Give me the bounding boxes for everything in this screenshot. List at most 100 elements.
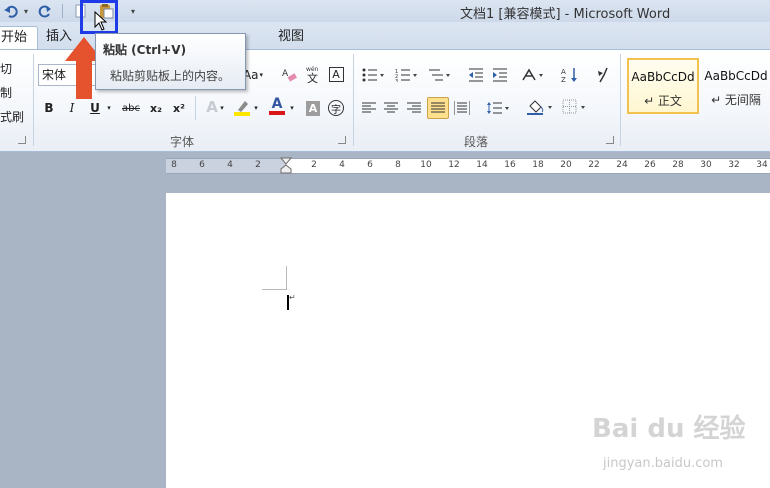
enclose-char-button[interactable]: 字 [326,98,346,118]
ruler-number: 4 [339,160,345,170]
align-center-icon [384,102,398,113]
ruler-number: 28 [672,160,684,170]
distribute-icon [454,101,470,115]
numbering-button[interactable]: 123 [393,65,419,85]
redo-button[interactable] [36,2,54,20]
clear-format-button[interactable]: A [279,64,299,84]
ruler-number: 6 [199,160,205,170]
tab-view[interactable]: 视图 [268,26,314,49]
repeat-icon [38,5,51,18]
bullet-list-icon [362,68,384,82]
bold-button[interactable]: B [40,98,58,118]
chinese-layout-button[interactable] [519,65,547,85]
align-right-button[interactable] [405,98,423,118]
format-painter-button[interactable]: 式刷 [0,106,24,126]
font-color-swatch [269,111,285,115]
show-formatting-button[interactable] [594,65,612,85]
undo-dropdown[interactable]: ▾ [22,2,30,20]
mouse-cursor-icon [94,11,108,31]
sort-icon: AZ [561,68,577,83]
qat-separator [62,4,63,18]
multilevel-list-icon [429,69,450,81]
decrease-indent-button[interactable] [466,65,486,85]
ruler-number: 22 [588,160,600,170]
phonetic-icon: wén文 [306,66,319,83]
svg-text:Z: Z [561,76,566,83]
underline-dropdown[interactable]: ▾ [104,98,114,118]
qat-customize-dropdown[interactable]: ▾ [129,2,137,20]
style-no-spacing[interactable]: AaBbCcDd ↵ 无间隔 [700,58,770,114]
align-left-button[interactable] [360,98,378,118]
line-spacing-icon [487,102,509,114]
clipboard-dialog-launcher[interactable] [18,136,26,144]
style-name: ↵ 正文 [644,94,682,108]
align-center-button[interactable] [382,98,400,118]
shading-button[interactable] [525,97,555,117]
style-sample: AaBbCcDd [704,69,768,83]
tooltip-description: 粘贴剪贴板上的内容。 [110,69,231,83]
bullets-button[interactable] [360,65,386,85]
subscript-button[interactable]: x₂ [147,98,165,118]
strikethrough-button[interactable]: abc [120,98,142,118]
group-separator [620,54,621,146]
margin-corner-mark [262,289,286,290]
font-group-label: 字体 [170,135,195,149]
baidu-watermark-url: jingyan.baidu.com [603,456,723,471]
style-normal[interactable]: AaBbCcDd ↵ 正文 [627,58,699,114]
highlight-dropdown[interactable]: ▾ [252,98,260,118]
cut-button[interactable]: 切 [0,58,12,78]
ruler-number: 30 [700,160,712,170]
ruler-number: 4 [227,160,233,170]
ruler-number: 8 [171,160,177,170]
borders-button[interactable] [561,97,589,117]
outdent-icon [469,68,483,82]
text-effects-dropdown[interactable]: ▾ [218,98,226,118]
tab-home[interactable]: 开始 [0,26,39,49]
svg-text:A: A [561,68,566,76]
copy-button[interactable]: 制 [0,82,12,102]
paragraph-mark-icon [598,67,608,83]
horizontal-ruler[interactable]: 8 6 4 2 2 4 6 8 10 12 14 16 18 20 22 24 26 28 30 32 34 [166,157,770,175]
increase-indent-button[interactable] [490,65,510,85]
ruler-number: 10 [420,160,432,170]
paragraph-dialog-launcher[interactable] [606,136,614,144]
paste-tooltip: 粘贴 (Ctrl+V) 粘贴剪贴板上的内容。 [95,33,246,90]
char-border-button[interactable]: A [327,64,345,84]
font-color-dropdown[interactable]: ▾ [288,98,296,118]
multilevel-list-button[interactable] [426,65,452,85]
indent-icon [493,68,507,82]
style-sample: AaBbCcDd [631,70,695,84]
ruler-number: 2 [255,160,261,170]
superscript-button[interactable]: x² [170,98,188,118]
svg-text:3: 3 [395,79,398,82]
font-color-button[interactable]: A [266,96,288,116]
char-shading-button[interactable]: A [304,98,322,118]
svg-text:文: 文 [307,71,318,83]
ruler-number: 18 [532,160,544,170]
ruler-number: 34 [756,160,768,170]
ruler-margin [166,159,286,173]
font-color-label: A [271,96,283,112]
line-spacing-button[interactable] [485,98,511,118]
undo-button[interactable] [2,2,20,20]
distributed-button[interactable] [453,98,471,118]
align-left-icon [362,102,376,113]
baidu-watermark-logo: Bai du 经验 [592,414,746,444]
paragraph-group-label: 段落 [464,135,489,149]
underline-button[interactable]: U [86,98,104,118]
indent-marker-icon[interactable] [280,157,292,175]
sort-button[interactable]: AZ [560,65,580,85]
numbered-list-icon: 123 [395,69,417,82]
enclose-char-label: 字 [328,100,344,116]
phonetic-guide-button[interactable]: wén 文 [303,64,325,84]
highlight-color-button[interactable] [231,97,253,117]
font-row-separator [195,96,196,120]
char-shading-label: A [306,100,320,116]
style-name: ↵ 无间隔 [711,93,761,107]
italic-button[interactable]: I [63,98,81,118]
font-dialog-launcher[interactable] [338,136,346,144]
ruler-number: 12 [448,160,460,170]
group-separator [353,54,354,146]
justify-button[interactable] [427,97,449,119]
chinese-layout-icon [522,68,543,81]
